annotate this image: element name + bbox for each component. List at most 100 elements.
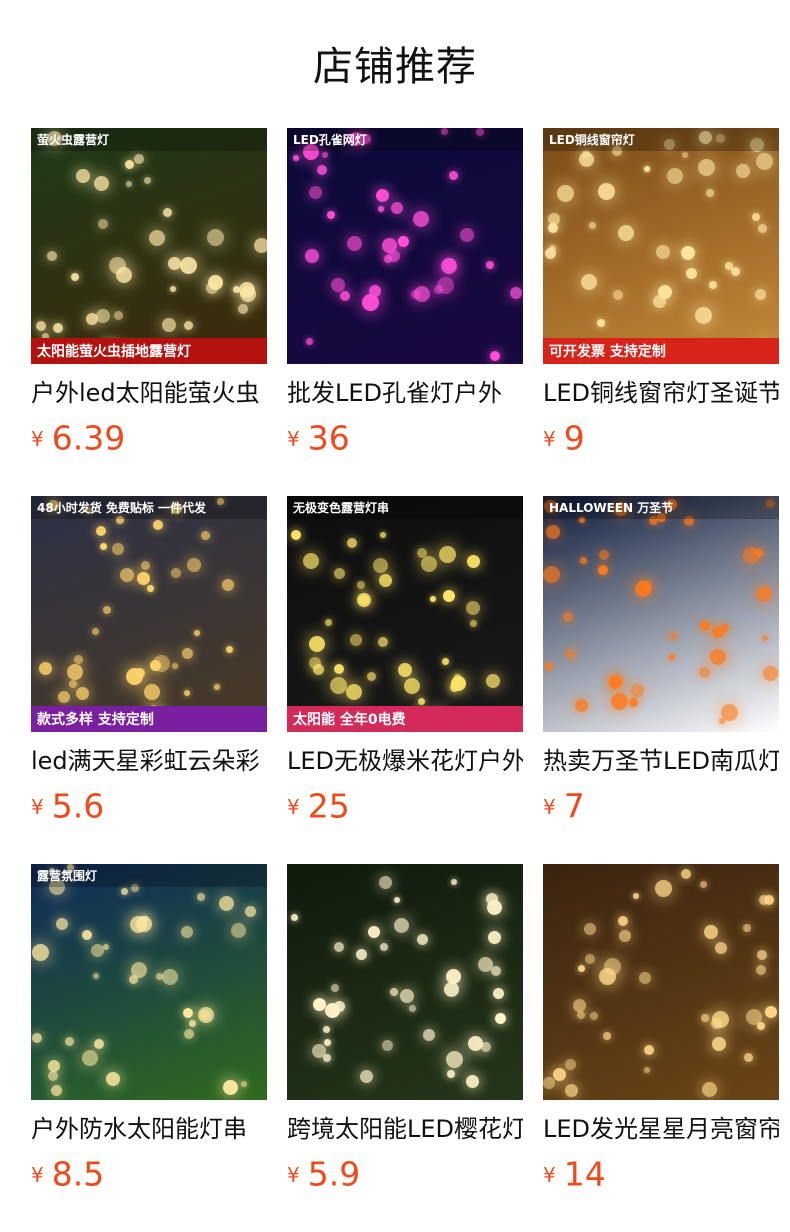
light-glow-decoration — [241, 1081, 247, 1087]
light-glow-decoration — [667, 168, 683, 184]
product-name[interactable]: LED无极爆米花灯户外 — [287, 746, 523, 776]
light-glow-decoration — [421, 556, 437, 572]
light-glow-decoration — [67, 664, 83, 680]
product-image[interactable]: 48小时发货 免费贴标 一件代发 款式多样 支持定制 — [31, 496, 267, 732]
light-glow-decoration — [578, 965, 585, 972]
product-image[interactable]: LED铜线窗帘灯 可开发票 支持定制 — [543, 128, 779, 364]
product-card[interactable]: 萤火虫露营灯 太阳能萤火虫插地露营灯 户外led太阳能萤火虫 ¥6.39 — [31, 128, 267, 456]
price-value: 5.9 — [307, 1154, 361, 1194]
product-image[interactable] — [287, 864, 523, 1100]
product-name[interactable]: led满天星彩虹云朵彩 — [31, 746, 267, 776]
light-glow-decoration — [557, 185, 574, 202]
light-glow-decoration — [238, 304, 248, 314]
light-glow-decoration — [639, 972, 651, 984]
product-price: ¥5.6 — [31, 788, 267, 824]
light-glow-decoration — [653, 295, 666, 308]
light-glow-decoration — [711, 1018, 722, 1029]
light-glow-decoration — [207, 229, 224, 246]
product-image[interactable]: 无极变色露营灯串 太阳能 全年0电费 — [287, 496, 523, 732]
product-card[interactable]: LED发光星星月亮窗帘 ¥14 — [543, 864, 779, 1192]
light-glow-decoration — [566, 649, 576, 659]
light-glow-decoration — [94, 176, 109, 191]
product-card[interactable]: 48小时发货 免费贴标 一件代发 款式多样 支持定制 led满天星彩虹云朵彩 ¥5.6 — [31, 496, 267, 824]
light-glow-decoration — [582, 150, 590, 158]
light-glow-decoration — [543, 566, 560, 583]
price-value: 14 — [563, 1154, 606, 1194]
currency-symbol: ¥ — [543, 794, 556, 819]
light-glow-decoration — [682, 152, 688, 158]
light-glow-decoration — [163, 208, 172, 217]
light-glow-decoration — [92, 628, 99, 635]
light-glow-decoration — [82, 930, 92, 940]
price-value: 7 — [563, 786, 585, 826]
currency-symbol: ¥ — [287, 794, 300, 819]
light-glow-decoration — [373, 558, 388, 573]
product-card[interactable]: LED孔雀网灯 批发LED孔雀灯户外 ¥36 — [287, 128, 523, 456]
product-card[interactable]: 跨境太阳能LED樱花灯 ¥5.9 — [287, 864, 523, 1192]
light-glow-decoration — [467, 555, 480, 568]
light-glow-decoration — [291, 914, 298, 921]
light-glow-decoration — [325, 1003, 340, 1018]
product-card[interactable]: 露营氛围灯户外防水太阳能灯串 ¥8.5 — [31, 864, 267, 1192]
light-glow-decoration — [599, 550, 609, 560]
product-name[interactable]: 户外防水太阳能灯串 — [31, 1114, 267, 1144]
light-glow-decoration — [36, 321, 46, 331]
light-glow-decoration — [543, 1077, 555, 1089]
product-card[interactable]: HALLOWEEN 万圣节热卖万圣节LED南瓜灯 ¥7 — [543, 496, 779, 824]
price-value: 25 — [307, 786, 350, 826]
light-glow-decoration — [378, 637, 388, 647]
light-glow-decoration — [490, 351, 500, 361]
light-glow-decoration — [706, 189, 714, 197]
light-glow-decoration — [565, 1059, 576, 1070]
light-glow-decoration — [411, 290, 420, 299]
light-glow-decoration — [382, 1040, 393, 1051]
product-name[interactable]: LED发光星星月亮窗帘 — [543, 1114, 779, 1144]
light-glow-decoration — [443, 590, 455, 602]
light-glow-decoration — [409, 1005, 416, 1012]
product-price: ¥8.5 — [31, 1156, 267, 1192]
light-glow-decoration — [759, 895, 769, 905]
light-glow-decoration — [719, 718, 725, 724]
light-glow-decoration — [184, 1029, 194, 1039]
product-price: ¥5.9 — [287, 1156, 523, 1192]
product-name[interactable]: LED铜线窗帘灯圣诞节 — [543, 378, 779, 408]
light-glow-decoration — [125, 160, 134, 169]
light-glow-decoration — [48, 1071, 58, 1081]
product-image[interactable]: 露营氛围灯 — [31, 864, 267, 1100]
product-name[interactable]: 户外led太阳能萤火虫 — [31, 378, 267, 408]
product-image[interactable]: HALLOWEEN 万圣节 — [543, 496, 779, 732]
light-glow-decoration — [131, 962, 147, 978]
light-glow-decoration — [563, 612, 573, 622]
light-glow-decoration — [466, 601, 480, 615]
product-name[interactable]: 批发LED孔雀灯户外 — [287, 378, 523, 408]
light-glow-decoration — [53, 323, 63, 333]
light-glow-decoration — [486, 674, 500, 688]
light-glow-decoration — [149, 230, 165, 246]
product-card[interactable]: 无极变色露营灯串 太阳能 全年0电费 LED无极爆米花灯户外 ¥25 — [287, 496, 523, 824]
product-name[interactable]: 热卖万圣节LED南瓜灯 — [543, 746, 779, 776]
light-glow-decoration — [495, 1013, 506, 1024]
light-glow-decoration — [362, 294, 379, 311]
light-glow-decoration — [763, 666, 778, 681]
image-banner-top: LED铜线窗帘灯 — [543, 128, 779, 151]
product-name[interactable]: 跨境太阳能LED樱花灯 — [287, 1114, 523, 1144]
light-glow-decoration — [65, 1037, 74, 1046]
product-price: ¥7 — [543, 788, 779, 824]
light-glow-decoration — [478, 957, 493, 972]
light-glow-decoration — [755, 289, 766, 300]
product-image[interactable]: LED孔雀网灯 — [287, 128, 523, 364]
light-glow-decoration — [309, 636, 325, 652]
light-glow-decoration — [681, 246, 695, 260]
product-card[interactable]: LED铜线窗帘灯 可开发票 支持定制 LED铜线窗帘灯圣诞节 ¥9 — [543, 128, 779, 456]
light-glow-decoration — [699, 667, 710, 678]
light-glow-decoration — [701, 1014, 709, 1022]
light-glow-decoration — [447, 1070, 455, 1078]
light-glow-decoration — [32, 1033, 42, 1043]
light-glow-decoration — [631, 684, 644, 697]
product-image[interactable]: 萤火虫露营灯 太阳能萤火虫插地露营灯 — [31, 128, 267, 364]
light-glow-decoration — [86, 313, 98, 325]
light-glow-decoration — [446, 1051, 463, 1068]
product-image[interactable] — [543, 864, 779, 1100]
light-glow-decoration — [91, 944, 104, 957]
light-glow-decoration — [669, 654, 675, 660]
